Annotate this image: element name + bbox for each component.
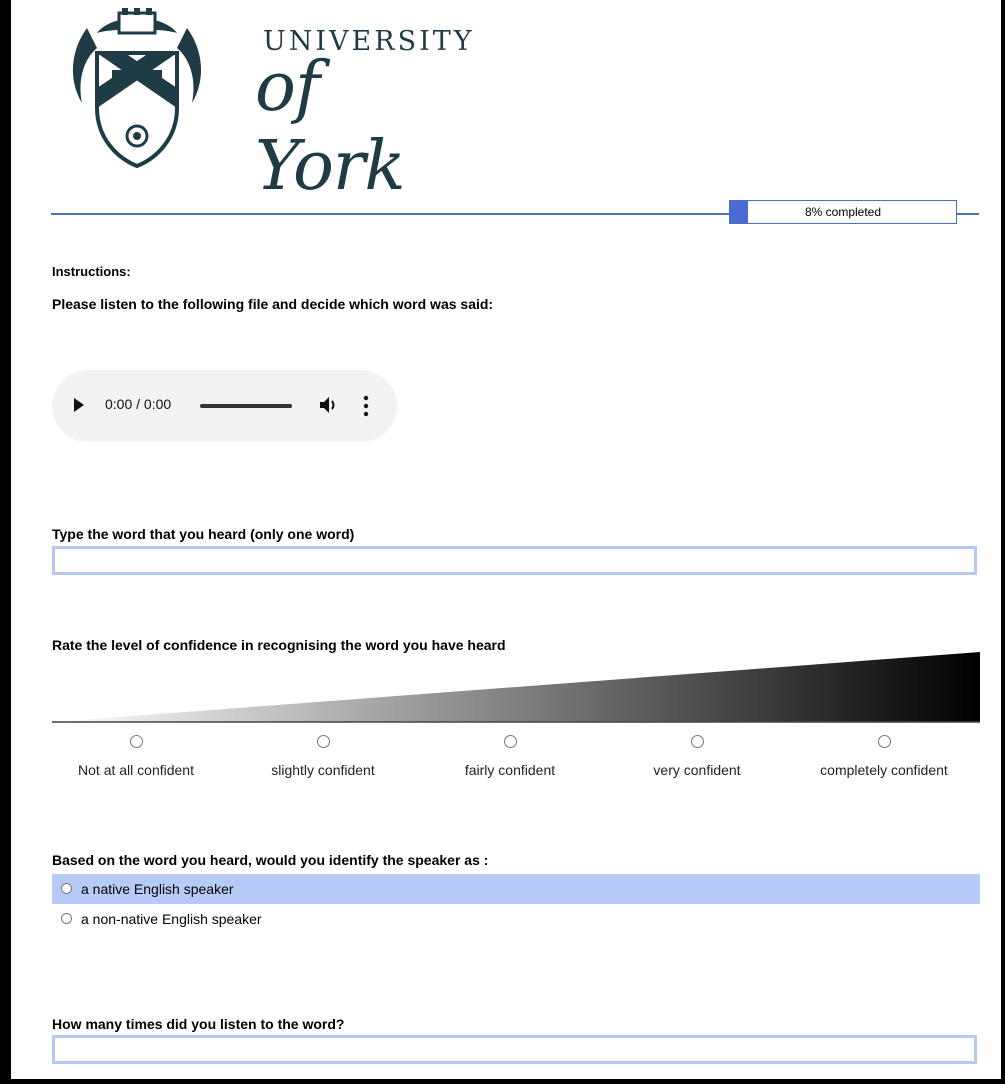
audio-time: 0:00 / 0:00 — [105, 396, 172, 412]
confidence-question-label: Rate the level of confidence in recognis… — [52, 637, 506, 653]
word-input[interactable] — [52, 546, 977, 575]
instructions-text: Please listen to the following file and … — [52, 296, 494, 312]
speaker-question-label: Based on the word you heard, would you i… — [52, 852, 489, 868]
radio-button[interactable] — [61, 913, 72, 924]
radio-button[interactable] — [877, 735, 891, 748]
confidence-option-label: completely confident — [820, 762, 948, 778]
confidence-gradient-wedge — [52, 652, 980, 723]
radio-button[interactable] — [503, 735, 517, 748]
more-options-icon[interactable] — [363, 394, 369, 418]
confidence-option-2[interactable]: slightly confident — [233, 735, 413, 778]
progress-label: 8% completed — [804, 205, 882, 219]
university-logo: UNIVERSITY of York — [67, 8, 472, 206]
radio-button[interactable] — [690, 735, 704, 748]
confidence-option-3[interactable]: fairly confident — [420, 735, 600, 778]
instructions-heading: Instructions: — [52, 264, 131, 279]
listen-count-question-label: How many times did you listen to the wor… — [52, 1016, 345, 1032]
university-crest-icon — [72, 8, 202, 168]
confidence-option-label: fairly confident — [464, 762, 556, 778]
speaker-option-nonnative[interactable]: a non-native English speaker — [52, 904, 980, 934]
progress-bar: 8% completed — [729, 200, 957, 224]
survey-page: UNIVERSITY of York 8% completed Instruct… — [11, 0, 1001, 1079]
play-icon[interactable] — [74, 398, 84, 412]
audio-seek-bar[interactable] — [200, 404, 292, 408]
audio-player: 0:00 / 0:00 — [52, 370, 397, 442]
radio-button[interactable] — [129, 735, 143, 748]
volume-icon[interactable] — [318, 394, 340, 416]
confidence-option-1[interactable]: Not at all confident — [46, 735, 226, 778]
speaker-option-label: a native English speaker — [81, 881, 234, 897]
radio-button[interactable] — [316, 735, 330, 748]
radio-button[interactable] — [61, 883, 72, 894]
confidence-option-label: slightly confident — [271, 762, 375, 778]
confidence-option-label: Not at all confident — [78, 762, 194, 778]
speaker-option-native[interactable]: a native English speaker — [52, 874, 980, 904]
confidence-option-4[interactable]: very confident — [607, 735, 787, 778]
confidence-option-5[interactable]: completely confident — [794, 735, 974, 778]
logo-wordmark-york: of York — [255, 48, 406, 206]
speaker-option-label: a non-native English speaker — [81, 911, 262, 927]
listen-count-input[interactable] — [52, 1035, 977, 1064]
confidence-option-label: very confident — [653, 762, 741, 778]
word-question-label: Type the word that you heard (only one w… — [52, 526, 355, 542]
